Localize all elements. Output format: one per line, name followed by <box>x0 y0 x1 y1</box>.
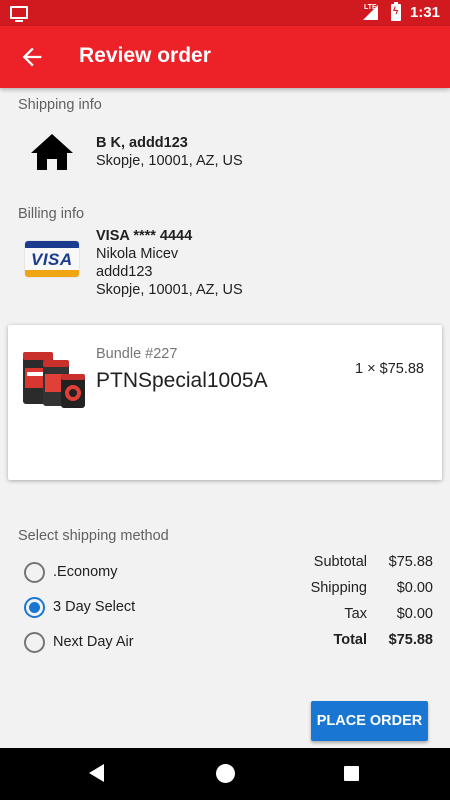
nav-home-icon[interactable] <box>216 764 235 783</box>
page-title: Review order <box>79 44 211 67</box>
app-bar: Review order <box>0 26 450 88</box>
radio-label: Next Day Air <box>53 634 134 650</box>
visa-card-icon: VISA <box>25 241 79 277</box>
radio-button[interactable] <box>24 631 45 653</box>
battery-icon: ϟ <box>391 2 401 21</box>
billing-address-line: Skopje, 10001, AZ, US <box>96 282 243 298</box>
total-value: $75.88 <box>388 632 433 648</box>
visa-logo-text: VISA <box>31 250 73 269</box>
shipping-address-line: Skopje, 10001, AZ, US <box>96 153 243 169</box>
billing-card: VISA **** 4444 <box>96 228 193 244</box>
network-type: LTE <box>364 4 377 11</box>
tax-value: $0.00 <box>396 606 433 622</box>
radio-3-day-select[interactable]: 3 Day Select <box>24 595 204 619</box>
screen-cast-icon <box>10 6 28 22</box>
subtotal-row: Subtotal $75.88 <box>280 554 433 574</box>
shipping-address: B K, addd123 Skopje, 10001, AZ, US <box>96 134 243 170</box>
total-row: Total $75.88 <box>280 632 433 652</box>
billing-street: addd123 <box>96 264 153 280</box>
status-bar: LTE ϟ 1:31 <box>0 0 450 26</box>
nav-back-icon[interactable] <box>89 764 104 782</box>
radio-next-day-air[interactable]: Next Day Air <box>24 630 204 654</box>
billing-name: Nikola Micev <box>96 246 179 262</box>
home-icon <box>31 134 73 170</box>
shipping-cost-value: $0.00 <box>396 580 433 596</box>
subtotal-value: $75.88 <box>388 554 433 570</box>
radio-label: .Economy <box>53 564 118 580</box>
product-image <box>23 352 85 408</box>
product-name: PTNSpecial1005A <box>96 369 268 392</box>
tax-label: Tax <box>344 606 367 622</box>
radio-button[interactable] <box>24 596 45 618</box>
radio-economy[interactable]: .Economy <box>24 560 204 584</box>
quantity-price: 1 × $75.88 <box>355 361 424 377</box>
status-time: 1:31 <box>409 4 440 21</box>
radio-label: 3 Day Select <box>53 599 136 615</box>
system-nav-bar <box>0 748 450 800</box>
shipping-name: B K, addd123 <box>96 135 188 151</box>
place-order-button[interactable]: Place order <box>311 701 428 741</box>
order-item-card: Bundle #227 PTNSpecial1005A 1 × $75.88 <box>8 325 442 480</box>
radio-button[interactable] <box>24 561 45 583</box>
tax-row: Tax $0.00 <box>280 606 433 626</box>
shipping-info-label: Shipping info <box>18 97 102 113</box>
shipping-cost-label: Shipping <box>310 580 367 596</box>
subtotal-label: Subtotal <box>313 554 367 570</box>
shipping-method-label: Select shipping method <box>18 528 169 544</box>
billing-info-label: Billing info <box>18 206 85 222</box>
shipping-row: Shipping $0.00 <box>280 580 433 600</box>
bundle-label: Bundle #227 <box>96 346 178 362</box>
back-arrow-icon[interactable] <box>18 43 46 71</box>
total-label: Total <box>333 632 367 648</box>
nav-recents-icon[interactable] <box>344 766 359 781</box>
billing-address: VISA **** 4444 Nikola Micev addd123 Skop… <box>96 227 243 299</box>
